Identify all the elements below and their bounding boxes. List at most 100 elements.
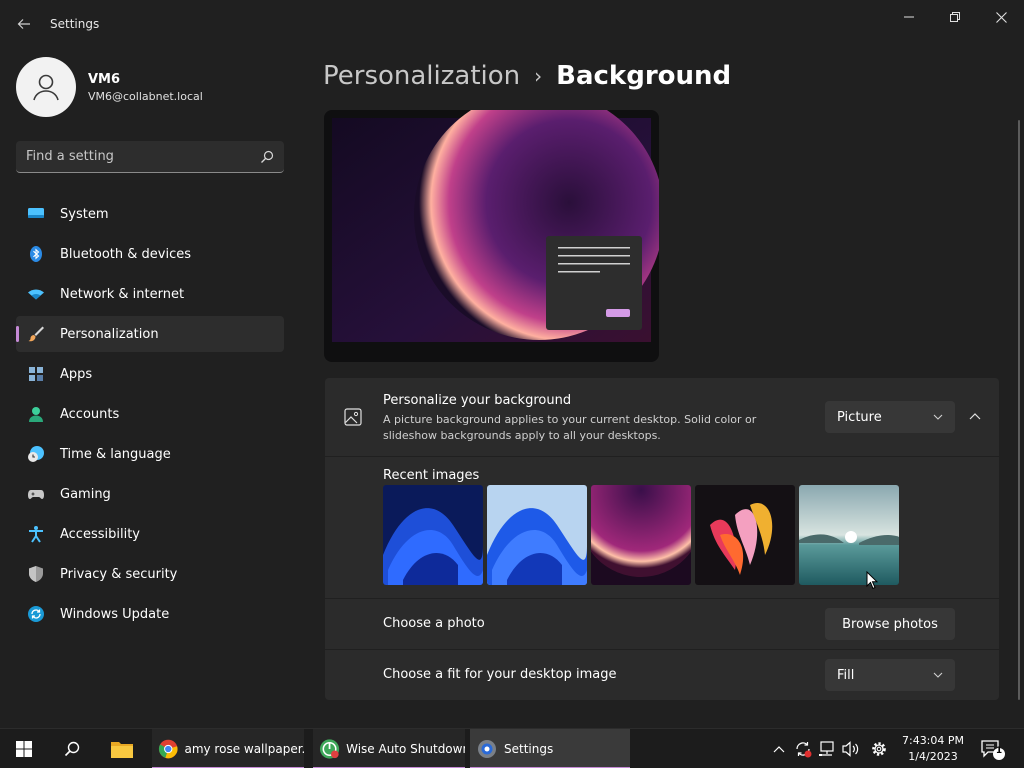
chevron-down-icon (933, 672, 943, 678)
apps-icon (26, 364, 46, 384)
picture-icon (343, 407, 363, 431)
choose-fit-row: Choose a fit for your desktop image Fill (325, 650, 999, 700)
sidebar-item-windows-update[interactable]: Windows Update (16, 596, 284, 632)
sidebar-item-label: Privacy & security (60, 566, 178, 582)
recent-image-ribbon-colorful[interactable] (695, 485, 795, 585)
recent-image-bloom-dark-blue[interactable] (383, 485, 483, 585)
desktop-preview (324, 110, 659, 362)
sidebar-item-label: Time & language (60, 446, 171, 462)
background-type-dropdown[interactable]: Picture (825, 401, 955, 433)
taskbar-search-button[interactable] (52, 729, 92, 768)
search-input[interactable]: Find a setting (16, 141, 284, 173)
taskbar-app-settings[interactable]: Settings (470, 729, 630, 768)
taskbar-app-wise-auto-shutdown[interactable]: Wise Auto Shutdown (313, 729, 465, 768)
search-placeholder: Find a setting (26, 149, 114, 164)
taskbar: amy rose wallpaper... Wise Auto Shutdown… (0, 728, 1024, 768)
sidebar-item-personalization[interactable]: Personalization (16, 316, 284, 352)
person-avatar-icon (33, 74, 59, 101)
clock-time: 7:43:04 PM (901, 734, 965, 747)
app-title: Settings (50, 17, 100, 31)
sidebar-item-label: System (60, 206, 109, 222)
chevron-up-icon (969, 412, 981, 419)
personalize-background-card: Personalize your background A picture ba… (325, 378, 999, 456)
sidebar-item-accessibility[interactable]: Accessibility (16, 516, 284, 552)
accessibility-icon (26, 524, 46, 544)
user-profile[interactable]: VM6 VM6@collabnet.local (16, 57, 203, 117)
search-icon (64, 741, 80, 757)
tray-update-button[interactable] (792, 729, 814, 768)
tray-network-button[interactable] (816, 729, 838, 768)
sidebar-item-time-language[interactable]: Time & language (16, 436, 284, 472)
title-bar: Settings (0, 0, 1024, 48)
recent-image-glow-purple[interactable] (591, 485, 691, 585)
profile-email: VM6@collabnet.local (88, 89, 203, 103)
breadcrumb: Personalization › Background (323, 58, 731, 94)
windows-logo-icon (16, 741, 32, 757)
mouse-cursor-icon (866, 570, 879, 594)
wifi-icon (26, 284, 46, 304)
person-icon (26, 404, 46, 424)
fit-value: Fill (837, 667, 855, 683)
sidebar-item-label: Gaming (60, 486, 111, 502)
sidebar-item-bluetooth[interactable]: Bluetooth & devices (16, 236, 284, 272)
sidebar-item-apps[interactable]: Apps (16, 356, 284, 392)
sidebar-item-label: Apps (60, 366, 93, 382)
breadcrumb-separator: › (534, 64, 543, 88)
recent-image-bloom-light-blue[interactable] (487, 485, 587, 585)
recent-images-card: Recent images (325, 457, 999, 598)
folder-icon (111, 742, 133, 758)
personalize-title: Personalize your background (383, 393, 572, 408)
sidebar-item-gaming[interactable]: Gaming (16, 476, 284, 512)
sidebar-item-label: Personalization (60, 326, 159, 342)
show-hidden-icons-button[interactable] (770, 729, 788, 768)
sidebar-item-accounts[interactable]: Accounts (16, 396, 284, 432)
close-button[interactable] (978, 2, 1024, 32)
settings-icon (478, 740, 496, 758)
chrome-icon (158, 739, 178, 759)
sidebar-item-system[interactable]: System (16, 196, 284, 232)
network-icon (819, 741, 834, 756)
clock-date: 1/4/2023 (908, 750, 958, 763)
background-type-value: Picture (837, 409, 882, 425)
wise-shutdown-icon (319, 739, 340, 759)
recent-image-lake-landscape[interactable] (799, 485, 899, 585)
sidebar-item-label: Bluetooth & devices (60, 246, 191, 262)
bluetooth-icon (26, 244, 46, 264)
sidebar-item-privacy[interactable]: Privacy & security (16, 556, 284, 592)
browse-photos-button[interactable]: Browse photos (825, 608, 955, 640)
notification-center-button[interactable]: 1 (980, 739, 1006, 761)
back-button[interactable] (10, 10, 38, 38)
taskbar-app-label: Wise Auto Shutdown (346, 742, 465, 756)
choose-photo-label: Choose a photo (383, 616, 485, 631)
taskbar-app-chrome[interactable]: amy rose wallpaper... (152, 729, 304, 768)
sync-alert-icon (796, 742, 812, 758)
minimize-button[interactable] (886, 2, 932, 32)
restore-icon (950, 12, 960, 22)
choose-photo-row: Choose a photo Browse photos (325, 599, 999, 649)
gamepad-icon (26, 484, 46, 504)
back-arrow-icon (17, 19, 30, 29)
close-icon (995, 11, 1007, 23)
taskbar-clock[interactable]: 7:43:04 PM 1/4/2023 (896, 733, 970, 765)
collapse-button[interactable] (963, 404, 987, 428)
recent-images-list (383, 485, 903, 585)
update-icon (26, 604, 46, 624)
gear-icon (872, 742, 886, 756)
sidebar-item-label: Accounts (60, 406, 120, 422)
maximize-button[interactable] (932, 2, 978, 32)
tray-volume-button[interactable] (840, 729, 862, 768)
tray-settings-button[interactable] (868, 729, 890, 768)
scrollbar[interactable] (1018, 120, 1020, 700)
breadcrumb-parent[interactable]: Personalization (323, 61, 520, 91)
page-title: Background (556, 61, 732, 91)
chevron-down-icon (933, 414, 943, 420)
sidebar-item-network[interactable]: Network & internet (16, 276, 284, 312)
taskbar-app-label: Settings (504, 742, 554, 756)
start-button[interactable] (4, 729, 44, 768)
notification-count: 1 (995, 746, 1003, 756)
clock-globe-icon (26, 444, 46, 464)
fit-dropdown[interactable]: Fill (825, 659, 955, 691)
personalize-description: A picture background applies to your cur… (383, 413, 757, 442)
search-icon[interactable] (260, 150, 274, 164)
file-explorer-button[interactable] (102, 729, 142, 768)
